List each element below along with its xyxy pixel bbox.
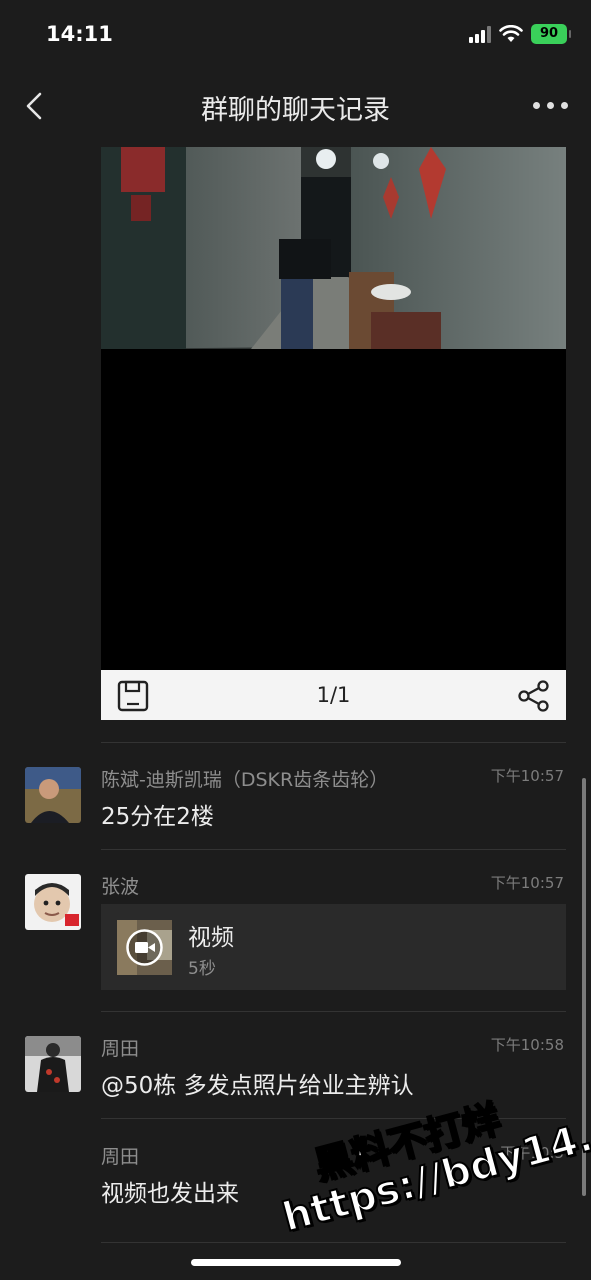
message-text[interactable]: 视频也发出来 bbox=[101, 1174, 239, 1208]
page-indicator: 1/1 bbox=[316, 683, 351, 707]
share-icon[interactable] bbox=[516, 678, 552, 714]
video-thumbnail[interactable] bbox=[117, 920, 172, 975]
video-duration: 5秒 bbox=[188, 959, 216, 979]
avatar[interactable] bbox=[25, 874, 81, 930]
sender-name: 周田 bbox=[101, 1038, 140, 1060]
sender-name: 周田 bbox=[101, 1146, 140, 1168]
image-viewer[interactable]: 1/1 bbox=[101, 147, 566, 720]
message-text[interactable]: @50栋 多发点照片给业主辨认 bbox=[101, 1066, 414, 1100]
signal-icon bbox=[469, 25, 491, 43]
avatar[interactable] bbox=[25, 1036, 81, 1092]
status-icons: 90 bbox=[469, 24, 571, 44]
home-indicator[interactable] bbox=[191, 1259, 401, 1266]
divider bbox=[101, 1011, 566, 1012]
divider bbox=[101, 1242, 566, 1243]
battery-indicator: 90 bbox=[531, 24, 571, 44]
message-time: 下午10:58 bbox=[490, 1036, 564, 1054]
viewer-toolbar: 1/1 bbox=[101, 670, 566, 720]
message-text[interactable]: 25分在2楼 bbox=[101, 797, 214, 831]
status-time: 14:11 bbox=[46, 22, 113, 46]
wifi-icon bbox=[499, 25, 523, 42]
sender-name: 陈斌-迪斯凯瑞（DSKR齿条齿轮） bbox=[101, 769, 389, 791]
video-message[interactable]: 视频 5秒 bbox=[101, 904, 566, 990]
message-time: 下午10:57 bbox=[490, 874, 564, 892]
video-title: 视频 bbox=[188, 925, 234, 951]
corridor-photo[interactable] bbox=[101, 147, 566, 349]
avatar[interactable] bbox=[25, 767, 81, 823]
message-time: 下午10:57 bbox=[490, 767, 564, 785]
divider bbox=[101, 742, 566, 743]
divider bbox=[101, 849, 566, 850]
status-bar: 14:11 90 bbox=[0, 0, 591, 70]
more-dots-icon[interactable] bbox=[531, 90, 571, 120]
sender-name: 张波 bbox=[101, 876, 140, 898]
nav-bar: 群聊的聊天记录 bbox=[0, 70, 591, 146]
page-title: 群聊的聊天记录 bbox=[201, 95, 390, 126]
